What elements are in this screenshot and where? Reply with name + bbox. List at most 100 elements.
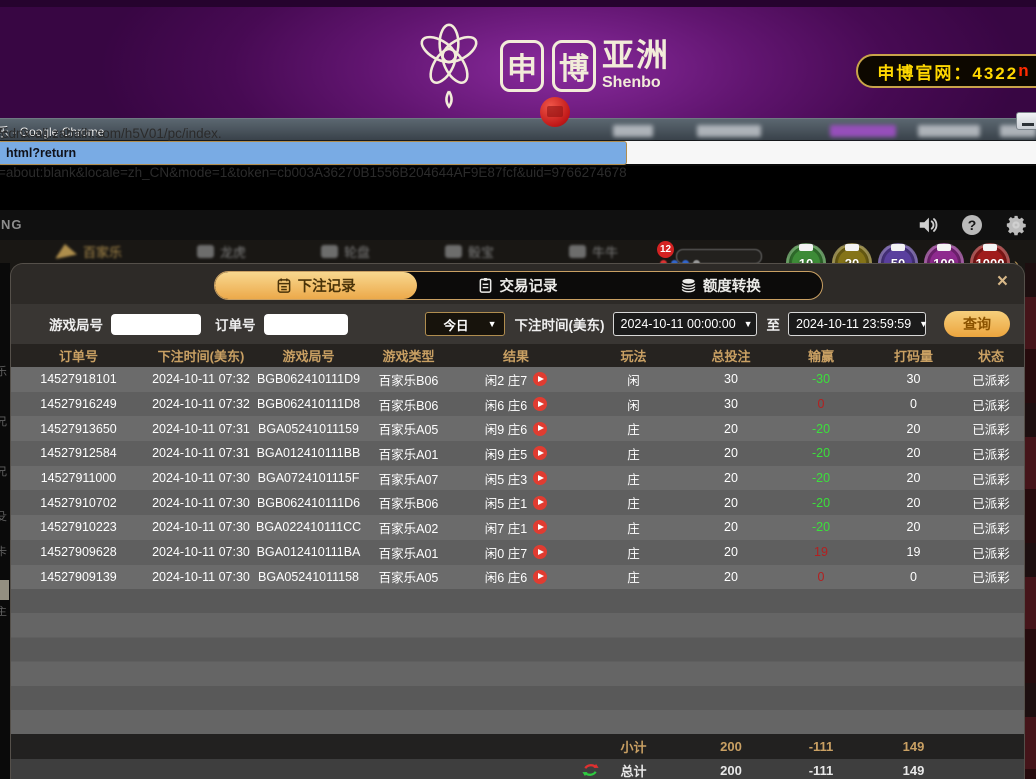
cell-winloss: 0 [771,397,871,411]
url-text[interactable]: /cdnx-ali.zabaih.com/h5V01/pc/index.html… [0,126,627,180]
game-category-bar: 百家乐 龙虎 轮盘 骰宝 牛牛 [55,242,618,261]
cell-turnover: 20 [871,422,956,436]
cell-turnover: 0 [871,397,956,411]
replay-icon[interactable] [533,496,547,510]
category-label: 牛牛 [592,242,618,261]
query-button[interactable]: 查询 [944,311,1010,337]
cell-result: 闲2 庄7 [456,370,576,389]
settings-gear-icon[interactable] [1004,213,1028,237]
cell-status: 已派彩 [956,469,1025,488]
table-row: 145279110002024-10-11 07:30BGA0724101115… [11,466,1024,491]
cell-result: 闲5 庄3 [456,469,576,488]
replay-icon[interactable] [533,397,547,411]
tab-bet-records[interactable]: 下注记录 [215,272,417,299]
table-row: 145279162492024-10-11 07:32BGB062410111D… [11,392,1024,417]
cell-game: 百家乐A02 [361,518,456,537]
subtotal-turnover: 149 [871,739,956,754]
result-text: 闲6 庄6 [485,395,527,414]
cell-result: 闲6 庄6 [456,567,576,586]
edge-glyph: 兄 [0,413,7,429]
cell-play: 闲 [576,370,691,389]
cell-play: 闲 [576,395,691,414]
cell-turnover: 30 [871,372,956,386]
cell-order: 14527909139 [11,570,146,584]
logo-latin: Shenbo [602,74,670,92]
date-to-select[interactable]: 2024-10-11 23:59:59 ▼ [788,312,926,336]
game-category-4[interactable]: 牛牛 [569,242,618,261]
result-text: 闲0 庄7 [485,543,527,562]
category-icon [321,245,338,258]
replay-icon[interactable] [533,520,547,534]
cell-time: 2024-10-11 07:30 [146,520,256,534]
cell-play: 庄 [576,567,691,586]
close-icon[interactable]: × [997,272,1008,292]
cell-time: 2024-10-11 07:32 [146,397,256,411]
cell-bet: 30 [691,397,771,411]
official-site-pill[interactable]: 申博官网：4322n [856,54,1036,88]
tab-transaction-records[interactable]: 交易记录 [417,272,619,299]
table-row: 145279091392024-10-11 07:30BGA0524101115… [11,565,1024,590]
window-minimize-button[interactable] [1016,112,1036,130]
tab-quota-transfer[interactable]: 额度转换 [620,272,822,299]
game-category-2[interactable]: 轮盘 [321,242,370,261]
cell-turnover: 20 [871,520,956,534]
cell-play: 庄 [576,518,691,537]
sound-icon[interactable] [916,213,940,237]
promo-ball-icon[interactable] [540,97,570,127]
cell-winloss: 0 [771,570,871,584]
cell-round: BGA0724101115F [256,471,361,485]
table-row: 145279107022024-10-11 07:30BGB062410111D… [11,490,1024,515]
replay-icon[interactable] [533,471,547,485]
game-category-1[interactable]: 龙虎 [197,242,246,261]
column-header: 总投注 [691,346,771,365]
cell-play: 庄 [576,469,691,488]
replay-icon[interactable] [533,446,547,460]
cell-round: BGA012410111BA [256,545,361,559]
category-icon [445,245,462,258]
cell-order: 14527909628 [11,545,146,559]
result-text: 闲7 庄1 [485,518,527,537]
category-icon [197,245,214,258]
official-site-label: 申博官网：4322 [877,59,1018,84]
cell-order: 14527912584 [11,446,146,460]
game-round-input[interactable] [111,314,201,335]
cell-status: 已派彩 [956,370,1025,389]
cell-turnover: 20 [871,446,956,460]
table-header-row: 订单号下注时间(美东)游戏局号游戏类型结果玩法总投注输赢打码量状态 [11,344,1024,367]
cell-bet: 20 [691,471,771,485]
category-label: 轮盘 [344,242,370,261]
cell-order: 14527911000 [11,471,146,485]
cell-result: 闲9 庄6 [456,419,576,438]
replay-icon[interactable] [533,372,547,386]
help-icon[interactable]: ? [962,215,982,235]
tab-label: 交易记录 [499,275,557,296]
date-from-select[interactable]: 2024-10-11 00:00:00 ▼ [613,312,757,336]
cell-time: 2024-10-11 07:30 [146,471,256,485]
range-preset-select[interactable]: 今日 ▼ [425,312,505,336]
cell-bet: 20 [691,446,771,460]
cell-status: 已派彩 [956,419,1025,438]
chrome-urlbar[interactable]: /cdnx-ali.zabaih.com/h5V01/pc/index.html… [0,141,1036,166]
order-no-input[interactable] [264,314,348,335]
coins-icon [681,278,696,293]
game-category-3[interactable]: 骰宝 [445,242,494,261]
nav-blob-active [830,125,896,137]
refresh-icon[interactable] [582,762,599,779]
cell-round: BGA05241011158 [256,570,361,584]
replay-icon[interactable] [533,545,547,559]
cell-round: BGA012410111BB [256,446,361,460]
cell-result: 闲7 庄1 [456,518,576,537]
subtotal-winloss: -111 [771,739,871,754]
game-category-0[interactable]: 百家乐 [55,242,122,261]
replay-icon[interactable] [533,570,547,584]
cell-time: 2024-10-11 07:31 [146,422,256,436]
tab-label: 下注记录 [298,275,356,296]
cell-bet: 20 [691,545,771,559]
total-row: 总计 200 -111 149 [11,759,1024,779]
cell-time: 2024-10-11 07:32 [146,372,256,386]
total-turnover: 149 [871,763,956,778]
cell-game: 百家乐A01 [361,444,456,463]
cell-turnover: 20 [871,471,956,485]
cell-game: 百家乐B06 [361,493,456,512]
replay-icon[interactable] [533,422,547,436]
